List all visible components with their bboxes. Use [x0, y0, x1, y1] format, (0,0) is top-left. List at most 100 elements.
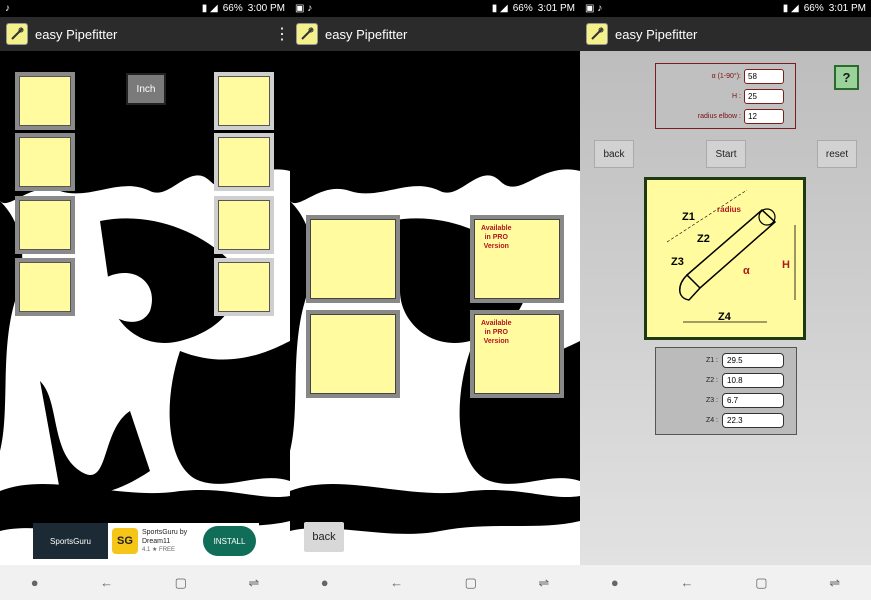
h-input[interactable]: 25	[744, 89, 784, 104]
back-button[interactable]: back	[304, 522, 344, 552]
clock: 3:00 PM	[247, 3, 285, 14]
pipe-diagram-icon	[218, 200, 270, 250]
nav-back-icon[interactable]: ←	[100, 575, 113, 590]
inch-toggle-button[interactable]: Inch	[126, 73, 166, 105]
app-logo-icon	[6, 23, 28, 45]
pro-version-label: Available in PRO Version	[481, 320, 512, 345]
notification-icons: ▣ ♪	[585, 3, 603, 14]
overflow-menu-icon[interactable]: ⋮	[274, 24, 290, 44]
signal-icons: ▮ ◢	[201, 3, 218, 14]
radius-elbow-input[interactable]: 12	[744, 109, 784, 124]
radius-label: radius	[717, 205, 742, 214]
nav-recents-icon[interactable]: ⇌	[248, 575, 259, 591]
screen-calculator: ▣ ♪ ▮ ◢ 66% 3:01 PM easy Pipefitter α (1…	[580, 0, 871, 600]
input-group: α (1-90°): 58 H : 25 radius elbow : 12	[655, 63, 796, 129]
pro-only-option-1[interactable]: Available in PRO Version	[470, 215, 564, 303]
nav-dot-icon[interactable]: ●	[611, 575, 619, 590]
pipe-diagram-icon	[218, 262, 270, 312]
ad-developer: Dream11	[142, 537, 171, 545]
tee-offset-thumbnail[interactable]	[214, 72, 274, 130]
pipe-diagram-icon	[310, 219, 396, 299]
z2-result-label: Z2 :	[705, 377, 718, 384]
status-bar: ▣ ♪ ▮ ◢ 66% 3:01 PM	[290, 0, 580, 17]
result-row-z4: Z4 : 22.3	[656, 413, 796, 428]
z4-label: Z4	[718, 311, 732, 323]
ad-install-button[interactable]: INSTALL	[203, 526, 256, 556]
ad-banner[interactable]: SportsGuru SG SportsGuru by Dream11 4.1 …	[33, 523, 259, 559]
input-row-h: H : 25	[656, 89, 795, 104]
app-logo-icon	[296, 23, 318, 45]
elbow-offset-diagram: Z1 Z2 Z3 Z4 H α radius	[644, 177, 806, 340]
double-offset-thumbnail[interactable]	[214, 196, 274, 254]
screen-pro-selection: ▣ ♪ ▮ ◢ 66% 3:01 PM easy Pipefitter Avai…	[290, 0, 580, 600]
screen-menu: ♪ ▮ ◢ 66% 3:00 PM easy Pipefitter ⋮ Inch…	[0, 0, 290, 600]
input-row-alpha: α (1-90°): 58	[656, 69, 795, 84]
help-button[interactable]: ?	[834, 65, 859, 90]
z3-result-value: 6.7	[722, 393, 784, 408]
h-label-diagram: H	[782, 259, 790, 271]
elbow-offset-option[interactable]	[306, 215, 400, 303]
back-button[interactable]: back	[594, 140, 634, 168]
pipe-diagram-icon: Available in PRO Version	[474, 219, 560, 299]
background-photo	[290, 51, 580, 565]
rolling-offset-thumbnail[interactable]	[15, 258, 75, 316]
pipe-diagram-icon	[218, 76, 270, 126]
tee-elbow-option[interactable]	[306, 310, 400, 398]
app-title: easy Pipefitter	[325, 26, 408, 42]
ad-app-name: SportsGuru by	[142, 528, 188, 536]
notification-icons: ♪	[5, 3, 10, 14]
alpha-input[interactable]: 58	[744, 69, 784, 84]
nav-home-icon[interactable]: ▢	[175, 575, 187, 591]
results-group: Z1 : 29.5 Z2 : 10.8 Z3 : 6.7 Z4 : 22.3	[655, 347, 797, 435]
nav-back-icon[interactable]: ←	[680, 575, 693, 590]
h-label: H :	[732, 93, 741, 100]
app-logo-icon	[586, 23, 608, 45]
z1-result-value: 29.5	[722, 353, 784, 368]
reset-button[interactable]: reset	[817, 140, 857, 168]
elbow-offset-thumbnail[interactable]	[15, 72, 75, 130]
z3-result-label: Z3 :	[705, 397, 718, 404]
ad-rating: 4.1 ★ FREE	[142, 546, 176, 553]
nav-recents-icon[interactable]: ⇌	[538, 575, 549, 591]
nav-recents-icon[interactable]: ⇌	[829, 575, 840, 591]
pipe-diagram-icon	[19, 137, 71, 187]
screens-composite: ♪ ▮ ◢ 66% 3:00 PM easy Pipefitter ⋮ Inch…	[0, 0, 871, 600]
z4-result-value: 22.3	[722, 413, 784, 428]
battery-percent: 66%	[512, 3, 533, 14]
alpha-symbol: α	[743, 265, 750, 277]
nav-dot-icon[interactable]: ●	[321, 575, 329, 590]
status-bar: ♪ ▮ ◢ 66% 3:00 PM	[0, 0, 290, 17]
calculator-panel: α (1-90°): 58 H : 25 radius elbow : 12 ?…	[580, 51, 871, 565]
elbow-angle-thumbnail[interactable]	[15, 133, 75, 191]
notification-icons: ▣ ♪	[295, 3, 313, 14]
start-button[interactable]: Start	[706, 140, 746, 168]
z2-result-value: 10.8	[722, 373, 784, 388]
signal-icons: ▮ ◢	[491, 3, 508, 14]
status-bar: ▣ ♪ ▮ ◢ 66% 3:01 PM	[580, 0, 871, 17]
nav-home-icon[interactable]: ▢	[755, 575, 767, 591]
pro-only-option-2[interactable]: Available in PRO Version	[470, 310, 564, 398]
nav-back-icon[interactable]: ←	[390, 575, 403, 590]
system-nav-bar: ● ← ▢ ⇌	[580, 565, 871, 600]
nav-home-icon[interactable]: ▢	[465, 575, 477, 591]
pro-version-label: Available in PRO Version	[481, 225, 512, 250]
result-row-z2: Z2 : 10.8	[656, 373, 796, 388]
radius-elbow-label: radius elbow :	[697, 113, 741, 120]
elbow-tee-offset-thumbnail[interactable]	[214, 258, 274, 316]
app-bar: easy Pipefitter	[290, 17, 580, 51]
input-row-radius: radius elbow : 12	[656, 109, 795, 124]
clock: 3:01 PM	[828, 3, 866, 14]
pipe-diagram-icon	[310, 314, 396, 394]
z1-label: Z1	[682, 211, 695, 223]
elbow-tee-thumbnail[interactable]	[214, 133, 274, 191]
ad-app-logo: SG	[112, 528, 138, 554]
z2-label: Z2	[697, 233, 710, 245]
z1-result-label: Z1 :	[705, 357, 718, 364]
elbow-90-thumbnail[interactable]	[15, 196, 75, 254]
system-nav-bar: ● ← ▢ ⇌	[0, 565, 290, 600]
signal-icons: ▮ ◢	[782, 3, 799, 14]
nav-dot-icon[interactable]: ●	[31, 575, 39, 590]
alpha-label: α (1-90°):	[711, 73, 741, 80]
app-title: easy Pipefitter	[615, 26, 698, 42]
app-bar: easy Pipefitter	[580, 17, 871, 51]
